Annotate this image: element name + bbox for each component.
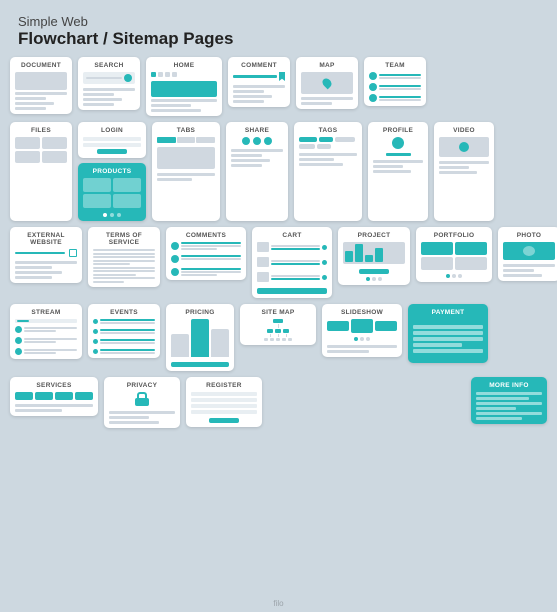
- team-card[interactable]: TEAM: [364, 57, 426, 106]
- comments-card[interactable]: COMMENTS: [166, 227, 246, 280]
- comment-card[interactable]: COMMENT: [228, 57, 290, 107]
- project-card[interactable]: PROJECT: [338, 227, 410, 285]
- title-line2: Flowchart / Sitemap Pages: [18, 29, 539, 49]
- row-5: SERVICES PRIVACY: [10, 377, 547, 428]
- tabs-card[interactable]: TABS: [152, 122, 220, 221]
- row-1: DOCUMENT SEARCH: [10, 57, 547, 116]
- register-card[interactable]: REGISTER: [186, 377, 262, 427]
- video-card[interactable]: VIDEO: [434, 122, 494, 221]
- grid-container: DOCUMENT SEARCH: [0, 57, 557, 436]
- title-area: Simple Web Flowchart / Sitemap Pages: [0, 0, 557, 57]
- tos-card[interactable]: TERMS OF SERVICE: [88, 227, 160, 287]
- title-line1: Simple Web: [18, 14, 539, 29]
- map-card[interactable]: MAP: [296, 57, 358, 109]
- home-card[interactable]: HOME: [146, 57, 222, 116]
- files-card[interactable]: FILES: [10, 122, 72, 221]
- portfolio-card[interactable]: PORTFOLIO: [416, 227, 492, 282]
- login-products-col: LOGIN PRODUCTS: [78, 122, 146, 221]
- photo-card[interactable]: PHOTO: [498, 227, 557, 281]
- document-card[interactable]: DOCUMENT: [10, 57, 72, 114]
- share-card[interactable]: SHARE: [226, 122, 288, 221]
- row-2: FILES LOGIN: [10, 122, 547, 221]
- row-3: EXTERNAL WEBSITE TERMS OF SERVICE: [10, 227, 547, 298]
- login-card[interactable]: LOGIN: [78, 122, 146, 158]
- search-card[interactable]: SEARCH: [78, 57, 140, 110]
- watermark: filo: [273, 599, 283, 608]
- sitemap-card[interactable]: SITE MAP: [240, 304, 316, 345]
- tags-card[interactable]: TAGS: [294, 122, 362, 221]
- more-info-card[interactable]: MORE INFO: [471, 377, 547, 424]
- privacy-card[interactable]: PRIVACY: [104, 377, 180, 428]
- payment-card[interactable]: PAYMENT: [408, 304, 488, 363]
- cart-card[interactable]: CART: [252, 227, 332, 298]
- pricing-card[interactable]: PRICING: [166, 304, 234, 371]
- services-card[interactable]: SERVICES: [10, 377, 98, 416]
- slideshow-card[interactable]: SLIDESHOW: [322, 304, 402, 357]
- row-4: STREAM: [10, 304, 547, 371]
- events-card[interactable]: EVENTS: [88, 304, 160, 358]
- products-card[interactable]: PRODUCTS: [78, 163, 146, 221]
- external-website-card[interactable]: EXTERNAL WEBSITE: [10, 227, 82, 283]
- stream-card[interactable]: STREAM: [10, 304, 82, 359]
- profile-card[interactable]: PROFILE: [368, 122, 428, 221]
